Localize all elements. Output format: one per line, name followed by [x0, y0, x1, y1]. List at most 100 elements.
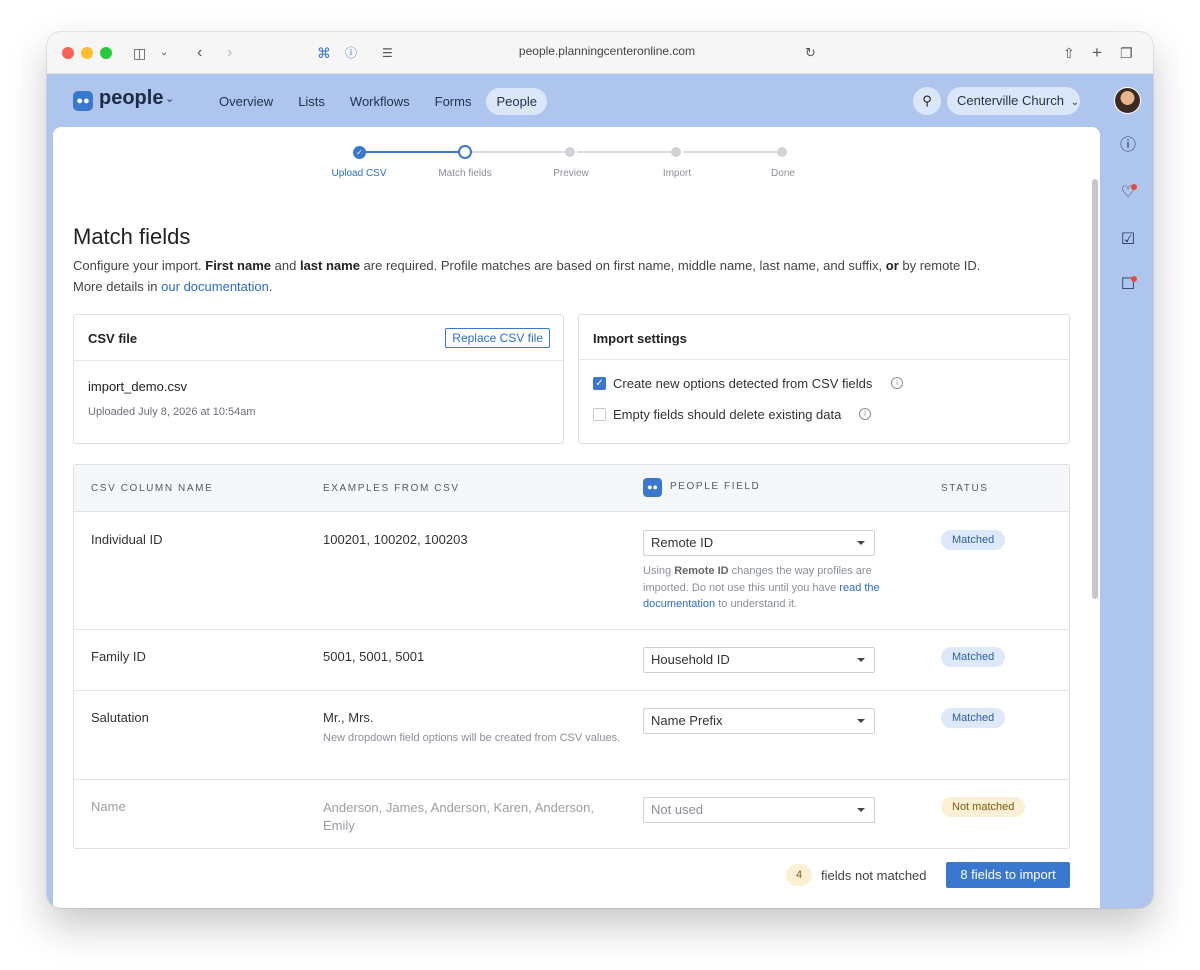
- card-header: Import settings: [579, 315, 1069, 360]
- help-icon[interactable]: ⓘ: [1118, 136, 1138, 156]
- create-options-label: Create new options detected from CSV fie…: [613, 376, 873, 391]
- reload-icon[interactable]: ↻: [805, 43, 816, 63]
- browser-window: ◫ ⌄ ‹ › ⌘ ⓘ ☰ people.planningcenteronlin…: [47, 32, 1153, 908]
- table-row: Salutation Mr., Mrs. New dropdown field …: [74, 691, 1069, 780]
- people-field-selected-value: Not used: [651, 802, 704, 817]
- scrollbar[interactable]: [1092, 179, 1098, 599]
- csv-examples: Anderson, James, Anderson, Karen, Anders…: [323, 800, 595, 833]
- chevron-down-icon[interactable]: ⌄: [160, 43, 168, 63]
- examples-note: New dropdown field options will be creat…: [323, 732, 621, 744]
- nav-lists[interactable]: Lists: [288, 88, 335, 115]
- table-header: CSV COLUMN NAME EXAMPLES FROM CSV ●● PEO…: [74, 465, 1069, 512]
- nav-workflows[interactable]: Workflows: [340, 88, 420, 115]
- content-panel: ✓ Upload CSV Match fields Preview Import…: [53, 127, 1100, 908]
- command-extension-icon[interactable]: ⌘: [317, 43, 331, 63]
- create-options-checkbox[interactable]: ✓: [593, 377, 606, 390]
- main-nav: Overview Lists Workflows Forms People: [209, 88, 552, 115]
- col-header-people-field: PEOPLE FIELD: [670, 481, 761, 492]
- step-dot: [777, 147, 787, 157]
- reader-icon[interactable]: ☰: [382, 43, 393, 63]
- app-logo[interactable]: people: [99, 87, 163, 110]
- address-bar[interactable]: people.planningcenteronline.com: [487, 44, 727, 58]
- step-connector: [471, 151, 571, 153]
- search-icon: ⚲: [922, 93, 932, 108]
- csv-examples: 100201, 100202, 100203: [323, 532, 468, 547]
- info-icon[interactable]: i: [891, 377, 903, 389]
- sidebar-toggle-icon[interactable]: ◫: [133, 43, 146, 63]
- table-row: Name Anderson, James, Anderson, Karen, A…: [74, 780, 1069, 848]
- step-current-dot: [458, 145, 472, 159]
- step-label-done: Done: [771, 168, 795, 179]
- step-label-import: Import: [662, 168, 692, 179]
- search-button[interactable]: ⚲: [913, 87, 941, 115]
- back-icon[interactable]: ‹: [197, 43, 202, 63]
- dropdown-caret-icon: [857, 808, 865, 812]
- unmatched-label: fields not matched: [821, 868, 927, 883]
- people-field-select[interactable]: Remote ID: [643, 530, 875, 556]
- step-complete-check-icon: ✓: [353, 146, 366, 159]
- status-badge: Matched: [941, 708, 1006, 728]
- forward-icon[interactable]: ›: [227, 43, 232, 63]
- people-field-select[interactable]: Not used: [643, 797, 875, 823]
- step-dot: [565, 147, 575, 157]
- csv-file-card: CSV file Replace CSV file import_demo.cs…: [73, 314, 564, 444]
- table-row: Family ID 5001, 5001, 5001 Household ID …: [74, 630, 1069, 691]
- remote-id-warning: Using Remote ID changes the way profiles…: [643, 565, 880, 610]
- app-header: ●● people ⌄ Overview Lists Workflows For…: [47, 74, 1153, 126]
- info-icon[interactable]: i: [859, 408, 871, 420]
- nav-forms[interactable]: Forms: [425, 88, 482, 115]
- zoom-window-button[interactable]: [100, 47, 112, 59]
- table-row: Individual ID 100201, 100202, 100203 Rem…: [74, 512, 1069, 630]
- empty-fields-delete-checkbox[interactable]: [593, 408, 606, 421]
- notification-dot: [1131, 184, 1137, 190]
- people-logo-icon[interactable]: ●●: [73, 91, 93, 111]
- unmatched-count-badge: 4: [786, 864, 812, 886]
- people-field-selected-value: Name Prefix: [651, 713, 723, 728]
- csv-column-name: Individual ID: [91, 532, 163, 547]
- csv-examples: 5001, 5001, 5001: [323, 649, 425, 664]
- app-switcher-chevron-icon[interactable]: ⌄: [165, 92, 174, 105]
- chat-notification-dot: [1131, 276, 1137, 282]
- tasks-clipboard-icon[interactable]: ☑: [1118, 230, 1138, 250]
- page-description: Configure your import. First name and la…: [73, 258, 981, 294]
- people-field-selected-value: Remote ID: [651, 535, 714, 550]
- people-field-icon: ●●: [643, 478, 662, 497]
- documentation-link[interactable]: our documentation: [161, 279, 269, 294]
- tab-overview-icon[interactable]: ❐: [1120, 43, 1133, 63]
- step-dot: [671, 147, 681, 157]
- import-settings-title: Import settings: [593, 331, 687, 346]
- dropdown-caret-icon: [857, 719, 865, 723]
- step-connector: [577, 151, 677, 153]
- chevron-down-icon: ⌄: [1070, 97, 1079, 108]
- col-header-status: STATUS: [941, 483, 989, 494]
- step-label-upload-csv: Upload CSV: [331, 168, 387, 179]
- nav-overview[interactable]: Overview: [209, 88, 283, 115]
- col-header-csv-column: CSV COLUMN NAME: [91, 483, 214, 494]
- minimize-window-button[interactable]: [81, 47, 93, 59]
- replace-csv-button[interactable]: Replace CSV file: [445, 328, 550, 348]
- close-window-button[interactable]: [62, 47, 74, 59]
- step-connector: [683, 151, 783, 153]
- dropdown-caret-icon: [857, 658, 865, 662]
- nav-people[interactable]: People: [486, 88, 547, 115]
- status-badge: Matched: [941, 530, 1006, 550]
- csv-file-card-title: CSV file: [88, 331, 138, 346]
- import-settings-card: Import settings ✓ Create new options det…: [578, 314, 1070, 444]
- dropdown-caret-icon: [857, 541, 865, 545]
- people-field-select[interactable]: Household ID: [643, 647, 875, 673]
- org-switcher-button[interactable]: Centerville Church ⌄: [947, 87, 1080, 115]
- step-connector: [365, 151, 465, 153]
- empty-fields-delete-label: Empty fields should delete existing data: [613, 407, 842, 422]
- step-label-preview: Preview: [553, 168, 589, 179]
- status-badge: Matched: [941, 647, 1006, 667]
- new-tab-icon[interactable]: +: [1092, 43, 1102, 63]
- browser-toolbar: ◫ ⌄ ‹ › ⌘ ⓘ ☰ people.planningcenteronlin…: [47, 32, 1153, 74]
- people-field-select[interactable]: Name Prefix: [643, 708, 875, 734]
- import-fields-button[interactable]: 8 fields to import: [946, 862, 1070, 888]
- step-label-match-fields: Match fields: [438, 168, 492, 179]
- avatar[interactable]: [1114, 87, 1141, 114]
- share-icon[interactable]: ⇧: [1063, 43, 1075, 63]
- page-title: Match fields: [73, 224, 191, 249]
- card-header: CSV file Replace CSV file: [74, 315, 563, 361]
- password-extension-icon[interactable]: ⓘ: [345, 43, 357, 63]
